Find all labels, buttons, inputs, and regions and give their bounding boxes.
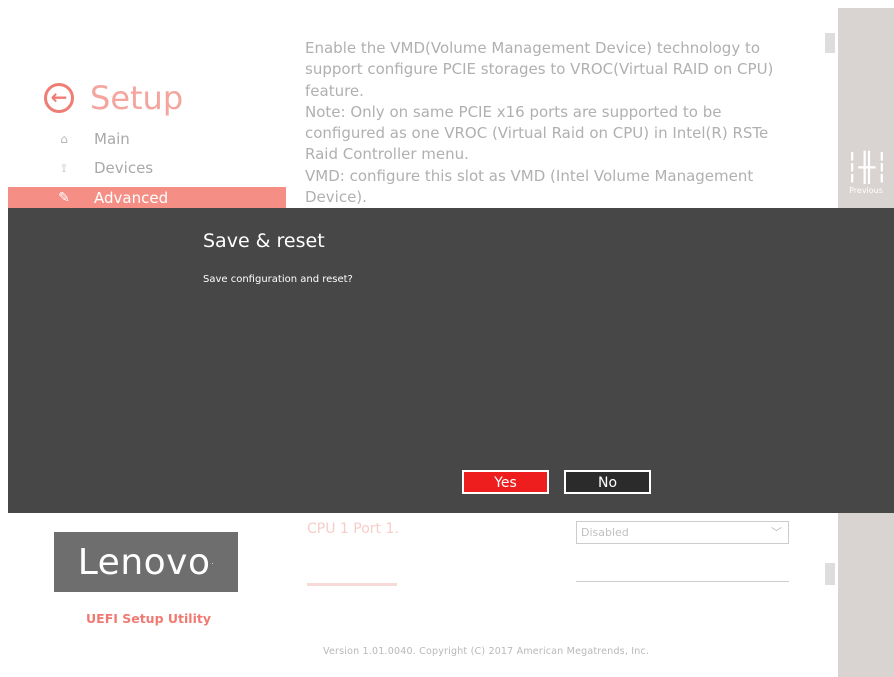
chevron-down-icon: ﹀ — [771, 526, 782, 539]
nav-item-label: Devices — [94, 159, 154, 177]
no-button[interactable]: No — [564, 470, 651, 494]
home-icon: ⌂ — [60, 132, 68, 146]
sliders-icon: ┆╫┆ — [843, 151, 891, 184]
arrow-left-circle-icon[interactable]: ← — [44, 83, 74, 113]
setting-label-cpu1-port2 — [307, 583, 397, 586]
cpu1-port1-select[interactable]: Disabled ﹀ — [576, 521, 789, 544]
select-value: Disabled — [581, 526, 629, 539]
nav-item-main[interactable]: ⌂ Main — [8, 128, 286, 150]
help-paragraph: Enable the VMD(Volume Management Device)… — [305, 39, 774, 100]
utility-name: UEFI Setup Utility — [86, 611, 211, 626]
version-footer: Version 1.01.0040. Copyright (C) 2017 Am… — [323, 646, 650, 657]
save-reset-dialog: Save & reset Save configuration and rese… — [8, 208, 894, 513]
previous-label: Previous — [849, 186, 883, 195]
devices-icon: ⟟ — [61, 160, 67, 175]
nav-item-devices[interactable]: ⟟ Devices — [8, 157, 286, 179]
nav-item-advanced[interactable]: ✎ Advanced — [8, 187, 286, 209]
logo-suffix: . — [211, 558, 215, 566]
previous-tool[interactable]: ┆╫┆ Previous — [838, 151, 894, 196]
help-paragraph: VMD: configure this slot as VMD (Intel V… — [305, 166, 754, 207]
dialog-message: Save configuration and reset? — [203, 274, 353, 285]
scrollbar-thumb-lower[interactable] — [825, 563, 835, 585]
lenovo-logo: Lenovo. — [54, 532, 238, 592]
help-paragraph: Note: Only on same PCIE x16 ports are su… — [305, 102, 769, 164]
page-title: ← Setup — [44, 76, 183, 120]
help-text: Enable the VMD(Volume Management Device)… — [305, 38, 800, 208]
wrench-icon: ✎ — [58, 190, 70, 206]
nav-item-label: Main — [94, 130, 130, 148]
yes-button[interactable]: Yes — [462, 470, 549, 494]
cpu1-port2-select[interactable] — [576, 581, 789, 582]
logo-text: Lenovo — [77, 541, 211, 583]
setting-label-cpu1-port1: CPU 1 Port 1. — [307, 521, 399, 537]
scrollbar-thumb[interactable] — [825, 33, 835, 53]
page-title-text: Setup — [90, 79, 184, 117]
dialog-title: Save & reset — [203, 230, 325, 252]
nav-item-label: Advanced — [94, 189, 169, 207]
